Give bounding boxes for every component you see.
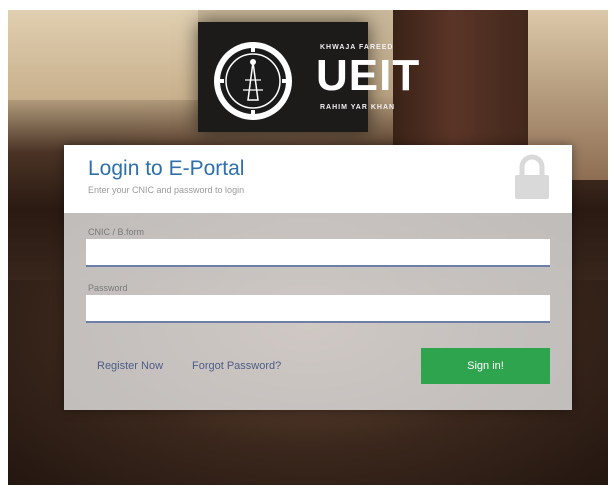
university-emblem-icon: [214, 42, 292, 120]
login-panel: Login to E-Portal Enter your CNIC and pa…: [64, 145, 572, 410]
background-wall: [8, 10, 198, 100]
lock-icon: [515, 154, 549, 199]
login-subtitle: Enter your CNIC and password to login: [88, 185, 245, 195]
signin-button[interactable]: Sign in!: [421, 348, 550, 384]
cnic-input[interactable]: [86, 239, 550, 267]
logo-top-text: KHWAJA FAREED: [320, 44, 394, 51]
register-link[interactable]: Register Now: [97, 360, 163, 372]
forgot-password-link[interactable]: Forgot Password?: [192, 360, 281, 372]
login-title: Login to E-Portal: [88, 157, 245, 180]
site-logo: KHWAJA FAREED UEIT RAHIM YAR KHAN: [212, 40, 442, 122]
password-label: Password: [88, 283, 128, 293]
logo-main-text: UEIT: [316, 51, 421, 100]
password-input[interactable]: [86, 295, 550, 323]
cnic-label: CNIC / B.form: [88, 227, 145, 237]
login-header: Login to E-Portal Enter your CNIC and pa…: [64, 145, 572, 213]
logo-bottom-text: RAHIM YAR KHAN: [320, 104, 396, 111]
